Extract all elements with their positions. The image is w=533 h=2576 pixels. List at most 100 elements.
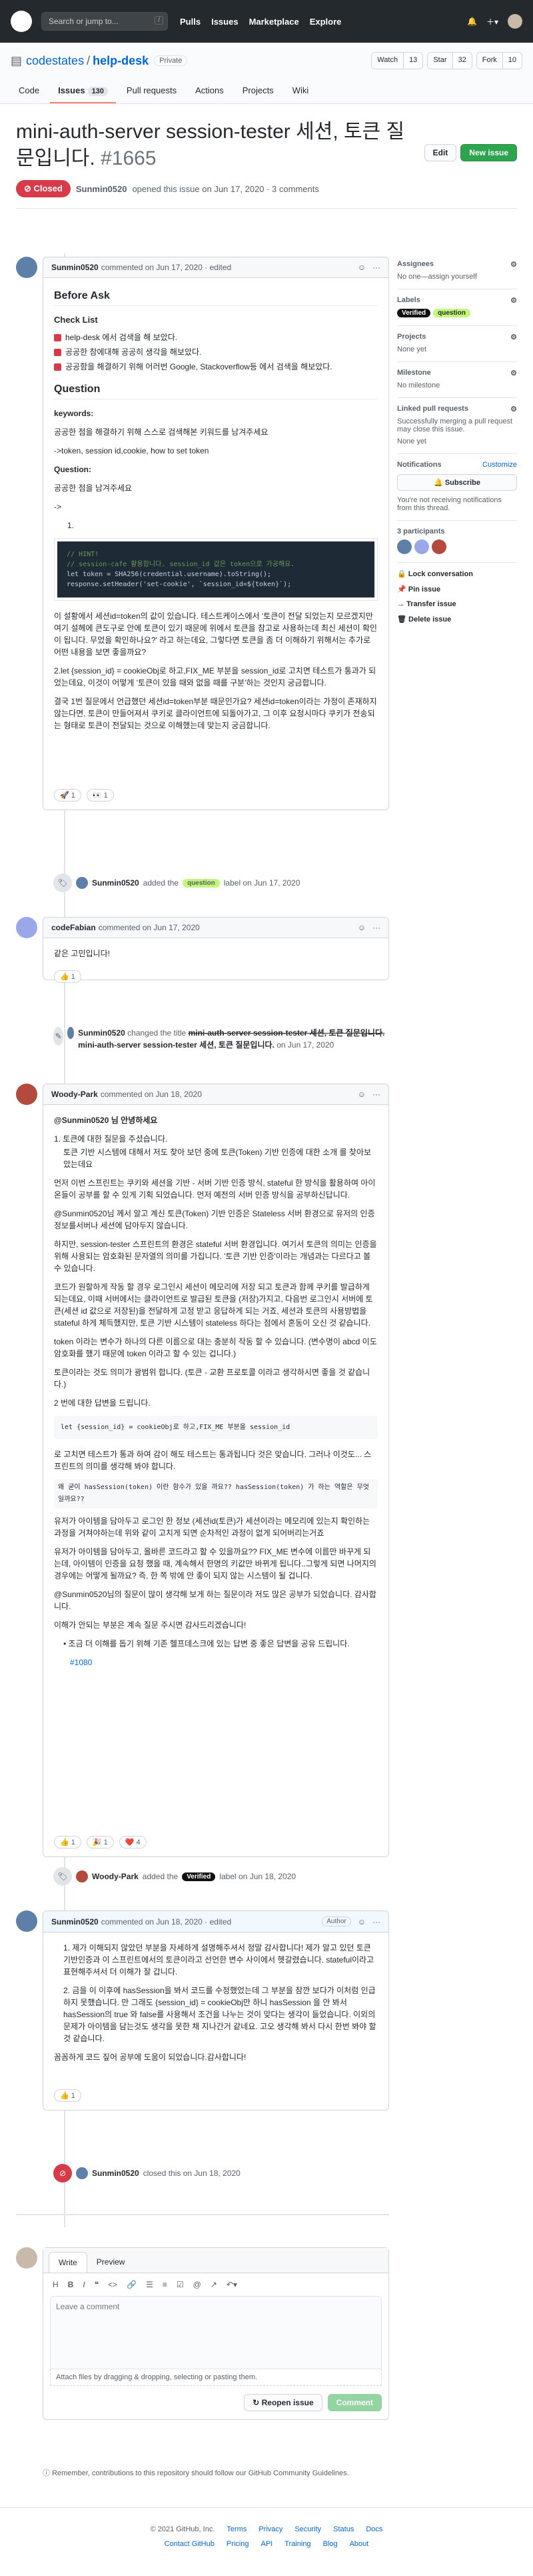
label-verified[interactable]: Verified (182, 1872, 216, 1881)
footer-link[interactable]: About (350, 2540, 369, 2548)
avatar[interactable] (76, 877, 88, 889)
tab-write[interactable]: Write (49, 2252, 87, 2273)
label-question[interactable]: question (433, 309, 470, 317)
reaction-eyes[interactable]: 👀 1 (86, 789, 114, 802)
task-list-icon[interactable]: ☑ (177, 2280, 184, 2289)
plus-icon[interactable]: ＋▾ (486, 16, 498, 27)
more-icon[interactable]: ··· (372, 263, 380, 272)
footer-link[interactable]: Terms (227, 2525, 247, 2533)
reopen-issue-button[interactable]: ↻ Reopen issue (244, 2394, 322, 2411)
avatar[interactable] (76, 1870, 88, 1882)
sidebar-projects[interactable]: Projects ⚙ None yet (397, 326, 517, 362)
nav-explore[interactable]: Explore (310, 17, 342, 27)
link-icon[interactable]: 🔗 (127, 2280, 137, 2289)
issue-link[interactable]: #1080 (70, 1658, 92, 1667)
avatar[interactable] (414, 539, 429, 554)
lock-conversation-link[interactable]: 🔒 Lock conversation (397, 569, 517, 578)
avatar[interactable] (16, 2247, 37, 2269)
checkbox-icon[interactable] (54, 348, 61, 356)
sidebar-labels[interactable]: Labels ⚙ Verified question (397, 289, 517, 326)
footer-link[interactable]: Contact GitHub (165, 2540, 215, 2548)
footer-link[interactable]: Blog (323, 2540, 338, 2548)
reaction-heart[interactable]: ❤️ 4 (119, 1836, 147, 1848)
sidebar-linked-prs[interactable]: Linked pull requests ⚙ Successfully mergin… (397, 398, 517, 454)
footer-link[interactable]: Security (294, 2525, 321, 2533)
sidebar-milestone[interactable]: Milestone ⚙ No milestone (397, 362, 517, 398)
comment-author[interactable]: codeFabian (51, 923, 96, 932)
comment-button[interactable]: Comment (327, 2394, 382, 2411)
label-verified[interactable]: Verified (397, 309, 431, 317)
footer-link[interactable]: Training (284, 2540, 310, 2548)
ordered-list-icon[interactable]: ≡ (163, 2280, 167, 2289)
reaction-thumbs-up[interactable]: 👍 1 (54, 970, 81, 983)
tab-issues[interactable]: Issues 130 (50, 79, 116, 103)
tab-pull-requests[interactable]: Pull requests (119, 79, 185, 103)
bold-icon[interactable]: B (68, 2280, 74, 2289)
bell-icon[interactable]: 🔔 (467, 17, 477, 26)
tab-projects[interactable]: Projects (235, 79, 282, 103)
nav-issues[interactable]: Issues (211, 17, 238, 27)
github-logo-icon[interactable] (11, 11, 32, 32)
emoji-icon[interactable]: ☺ (358, 263, 366, 272)
gear-icon[interactable]: ⚙ (510, 333, 517, 341)
tab-preview[interactable]: Preview (87, 2252, 135, 2273)
gear-icon[interactable]: ⚙ (510, 405, 517, 413)
reaction-thumbs-up[interactable]: 👍 1 (54, 2089, 81, 2102)
customize-link[interactable]: Customize (482, 461, 517, 469)
more-icon[interactable]: ··· (372, 1090, 380, 1099)
pin-issue-link[interactable]: 📌 Pin issue (397, 585, 517, 593)
tab-code[interactable]: Code (11, 79, 47, 103)
comment-author[interactable]: Woody-Park (51, 1090, 98, 1099)
comment-author[interactable]: Sunmin0520 (51, 263, 99, 272)
watch-button[interactable]: Watch 13 (371, 52, 424, 69)
avatar[interactable] (397, 539, 412, 554)
footer-link[interactable]: Privacy (259, 2525, 282, 2533)
comment-author[interactable]: Sunmin0520 (51, 1917, 99, 1926)
gear-icon[interactable]: ⚙ (510, 296, 517, 305)
avatar[interactable] (432, 539, 446, 554)
comment-textarea[interactable] (50, 2296, 382, 2369)
footer-link[interactable]: Status (333, 2525, 354, 2533)
reply-icon[interactable]: ↶▾ (227, 2280, 237, 2289)
checkbox-icon[interactable] (54, 363, 61, 371)
sidebar-assignees[interactable]: Assignees ⚙ No one—assign yourself (397, 253, 517, 289)
quote-icon[interactable]: ❝ (95, 2280, 99, 2289)
star-button[interactable]: Star 32 (427, 52, 472, 69)
reaction-rocket[interactable]: 🚀 1 (54, 789, 81, 802)
italic-icon[interactable]: I (83, 2280, 85, 2289)
more-icon[interactable]: ··· (372, 923, 380, 932)
mention-icon[interactable]: @ (193, 2280, 201, 2289)
footer-link[interactable]: Docs (366, 2525, 382, 2533)
emoji-icon[interactable]: ☺ (358, 923, 366, 932)
subscribe-button[interactable]: 🔔 Subscribe (397, 474, 517, 491)
new-issue-button[interactable]: New issue (460, 144, 517, 161)
footer-link[interactable]: API (261, 2540, 272, 2548)
list-icon[interactable]: ☰ (146, 2280, 153, 2289)
nav-marketplace[interactable]: Marketplace (249, 17, 299, 27)
avatar[interactable] (16, 257, 37, 278)
delete-issue-link[interactable]: 🗑 Delete issue (397, 615, 517, 623)
checkbox-icon[interactable] (54, 333, 61, 341)
reaction-thumbs-up[interactable]: 👍 1 (54, 1836, 81, 1848)
code-icon[interactable]: <> (108, 2280, 117, 2289)
tab-wiki[interactable]: Wiki (284, 79, 317, 103)
fork-button[interactable]: Fork 10 (476, 52, 522, 69)
heading-icon[interactable]: H (53, 2280, 59, 2289)
reference-icon[interactable]: ↗ (211, 2280, 217, 2289)
nav-pulls[interactable]: Pulls (180, 17, 201, 27)
gear-icon[interactable]: ⚙ (510, 369, 517, 377)
footer-link[interactable]: Pricing (227, 2540, 249, 2548)
label-question[interactable]: question (183, 878, 220, 888)
repo-owner-link[interactable]: codestates (26, 54, 84, 68)
transfer-issue-link[interactable]: → Transfer issue (397, 600, 517, 608)
avatar[interactable] (67, 1027, 75, 1039)
tab-actions[interactable]: Actions (187, 79, 232, 103)
reaction-tada[interactable]: 🎉 1 (86, 1836, 114, 1848)
user-avatar[interactable] (508, 14, 522, 29)
more-icon[interactable]: ··· (372, 1917, 380, 1926)
gear-icon[interactable]: ⚙ (510, 260, 517, 269)
attach-files-zone[interactable]: Attach files by dragging & dropping, sel… (50, 2369, 382, 2386)
repo-name-link[interactable]: help-desk (93, 54, 149, 68)
avatar[interactable] (16, 1084, 37, 1105)
avatar[interactable] (16, 1910, 37, 1932)
